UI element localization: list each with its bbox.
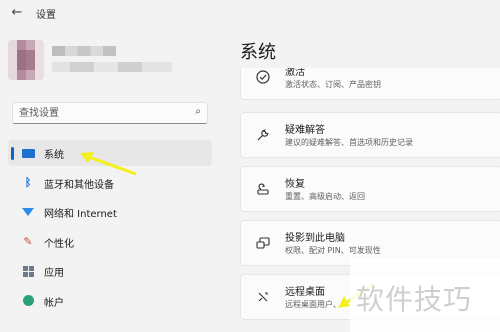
check-circle-icon <box>255 69 271 85</box>
apps-icon <box>20 263 36 279</box>
card-activation[interactable]: 激活 激活状态、订阅、产品密钥 <box>240 68 500 100</box>
card-troubleshoot[interactable]: 疑难解答 建议的疑难解答、首选项和历史记录 <box>240 112 500 158</box>
user-icon <box>20 293 36 309</box>
search-icon[interactable]: ⌕ <box>195 106 201 117</box>
wrench-icon <box>255 127 271 143</box>
sidebar-item-label: 网络和 Internet <box>44 209 117 220</box>
search-box[interactable]: ⌕ <box>12 102 208 124</box>
active-indicator <box>11 147 14 160</box>
card-recovery[interactable]: 恢复 重置、高级启动、返回 <box>240 166 500 212</box>
title-bar: ← 设置 <box>0 0 500 26</box>
card-title: 恢复 <box>285 179 305 190</box>
card-description: 权限、配对 PIN、可发现性 <box>285 246 381 255</box>
app-title: 设置 <box>36 10 56 21</box>
recovery-icon <box>255 181 271 197</box>
watermark-text: 软件技巧 <box>356 283 473 316</box>
user-name-blurred <box>52 46 116 56</box>
wifi-icon <box>20 204 36 220</box>
card-title: 疑难解答 <box>285 125 325 136</box>
card-description: 激活状态、订阅、产品密钥 <box>285 80 381 89</box>
projector-icon <box>255 235 271 251</box>
page-title: 系统 <box>240 42 276 63</box>
back-arrow-icon[interactable]: ← <box>8 4 26 22</box>
search-input[interactable] <box>19 106 179 120</box>
sidebar-item-label: 应用 <box>44 268 64 279</box>
bluetooth-icon: ᛒ <box>24 176 32 189</box>
sidebar-item-system[interactable]: 系统 <box>8 140 212 166</box>
sidebar-item-network[interactable]: 网络和 Internet <box>8 199 212 225</box>
sidebar-item-label: 蓝牙和其他设备 <box>44 179 114 191</box>
sidebar-item-apps[interactable]: 应用 <box>8 258 212 284</box>
card-description: 重置、高级启动、返回 <box>285 192 365 201</box>
avatar <box>8 40 44 80</box>
sidebar-item-personalization[interactable]: ✎ 个性化 <box>8 229 212 255</box>
sidebar-item-label: 个性化 <box>44 238 74 250</box>
card-description: 建议的疑难解答、首选项和历史记录 <box>285 138 413 147</box>
card-title: 远程桌面 <box>285 287 325 298</box>
sidebar-item-accounts[interactable]: 帐户 <box>8 288 212 314</box>
sidebar-item-label: 系统 <box>44 150 64 161</box>
user-profile[interactable] <box>8 40 178 84</box>
card-title: 投影到此电脑 <box>285 233 345 244</box>
remote-desktop-icon <box>255 289 271 305</box>
card-description: 远程桌面用户、 <box>285 300 341 309</box>
user-email-blurred <box>52 62 172 72</box>
watermark: 软件技巧 <box>350 258 500 332</box>
sidebar-item-label: 帐户 <box>44 297 64 309</box>
display-icon <box>20 145 36 161</box>
brush-icon: ✎ <box>23 235 33 248</box>
sidebar-nav: 系统 ᛒ 蓝牙和其他设备 网络和 Internet ✎ 个性化 应用 帐户 <box>8 140 212 317</box>
sidebar-item-bluetooth[interactable]: ᛒ 蓝牙和其他设备 <box>8 170 212 196</box>
card-title: 激活 <box>285 68 305 78</box>
